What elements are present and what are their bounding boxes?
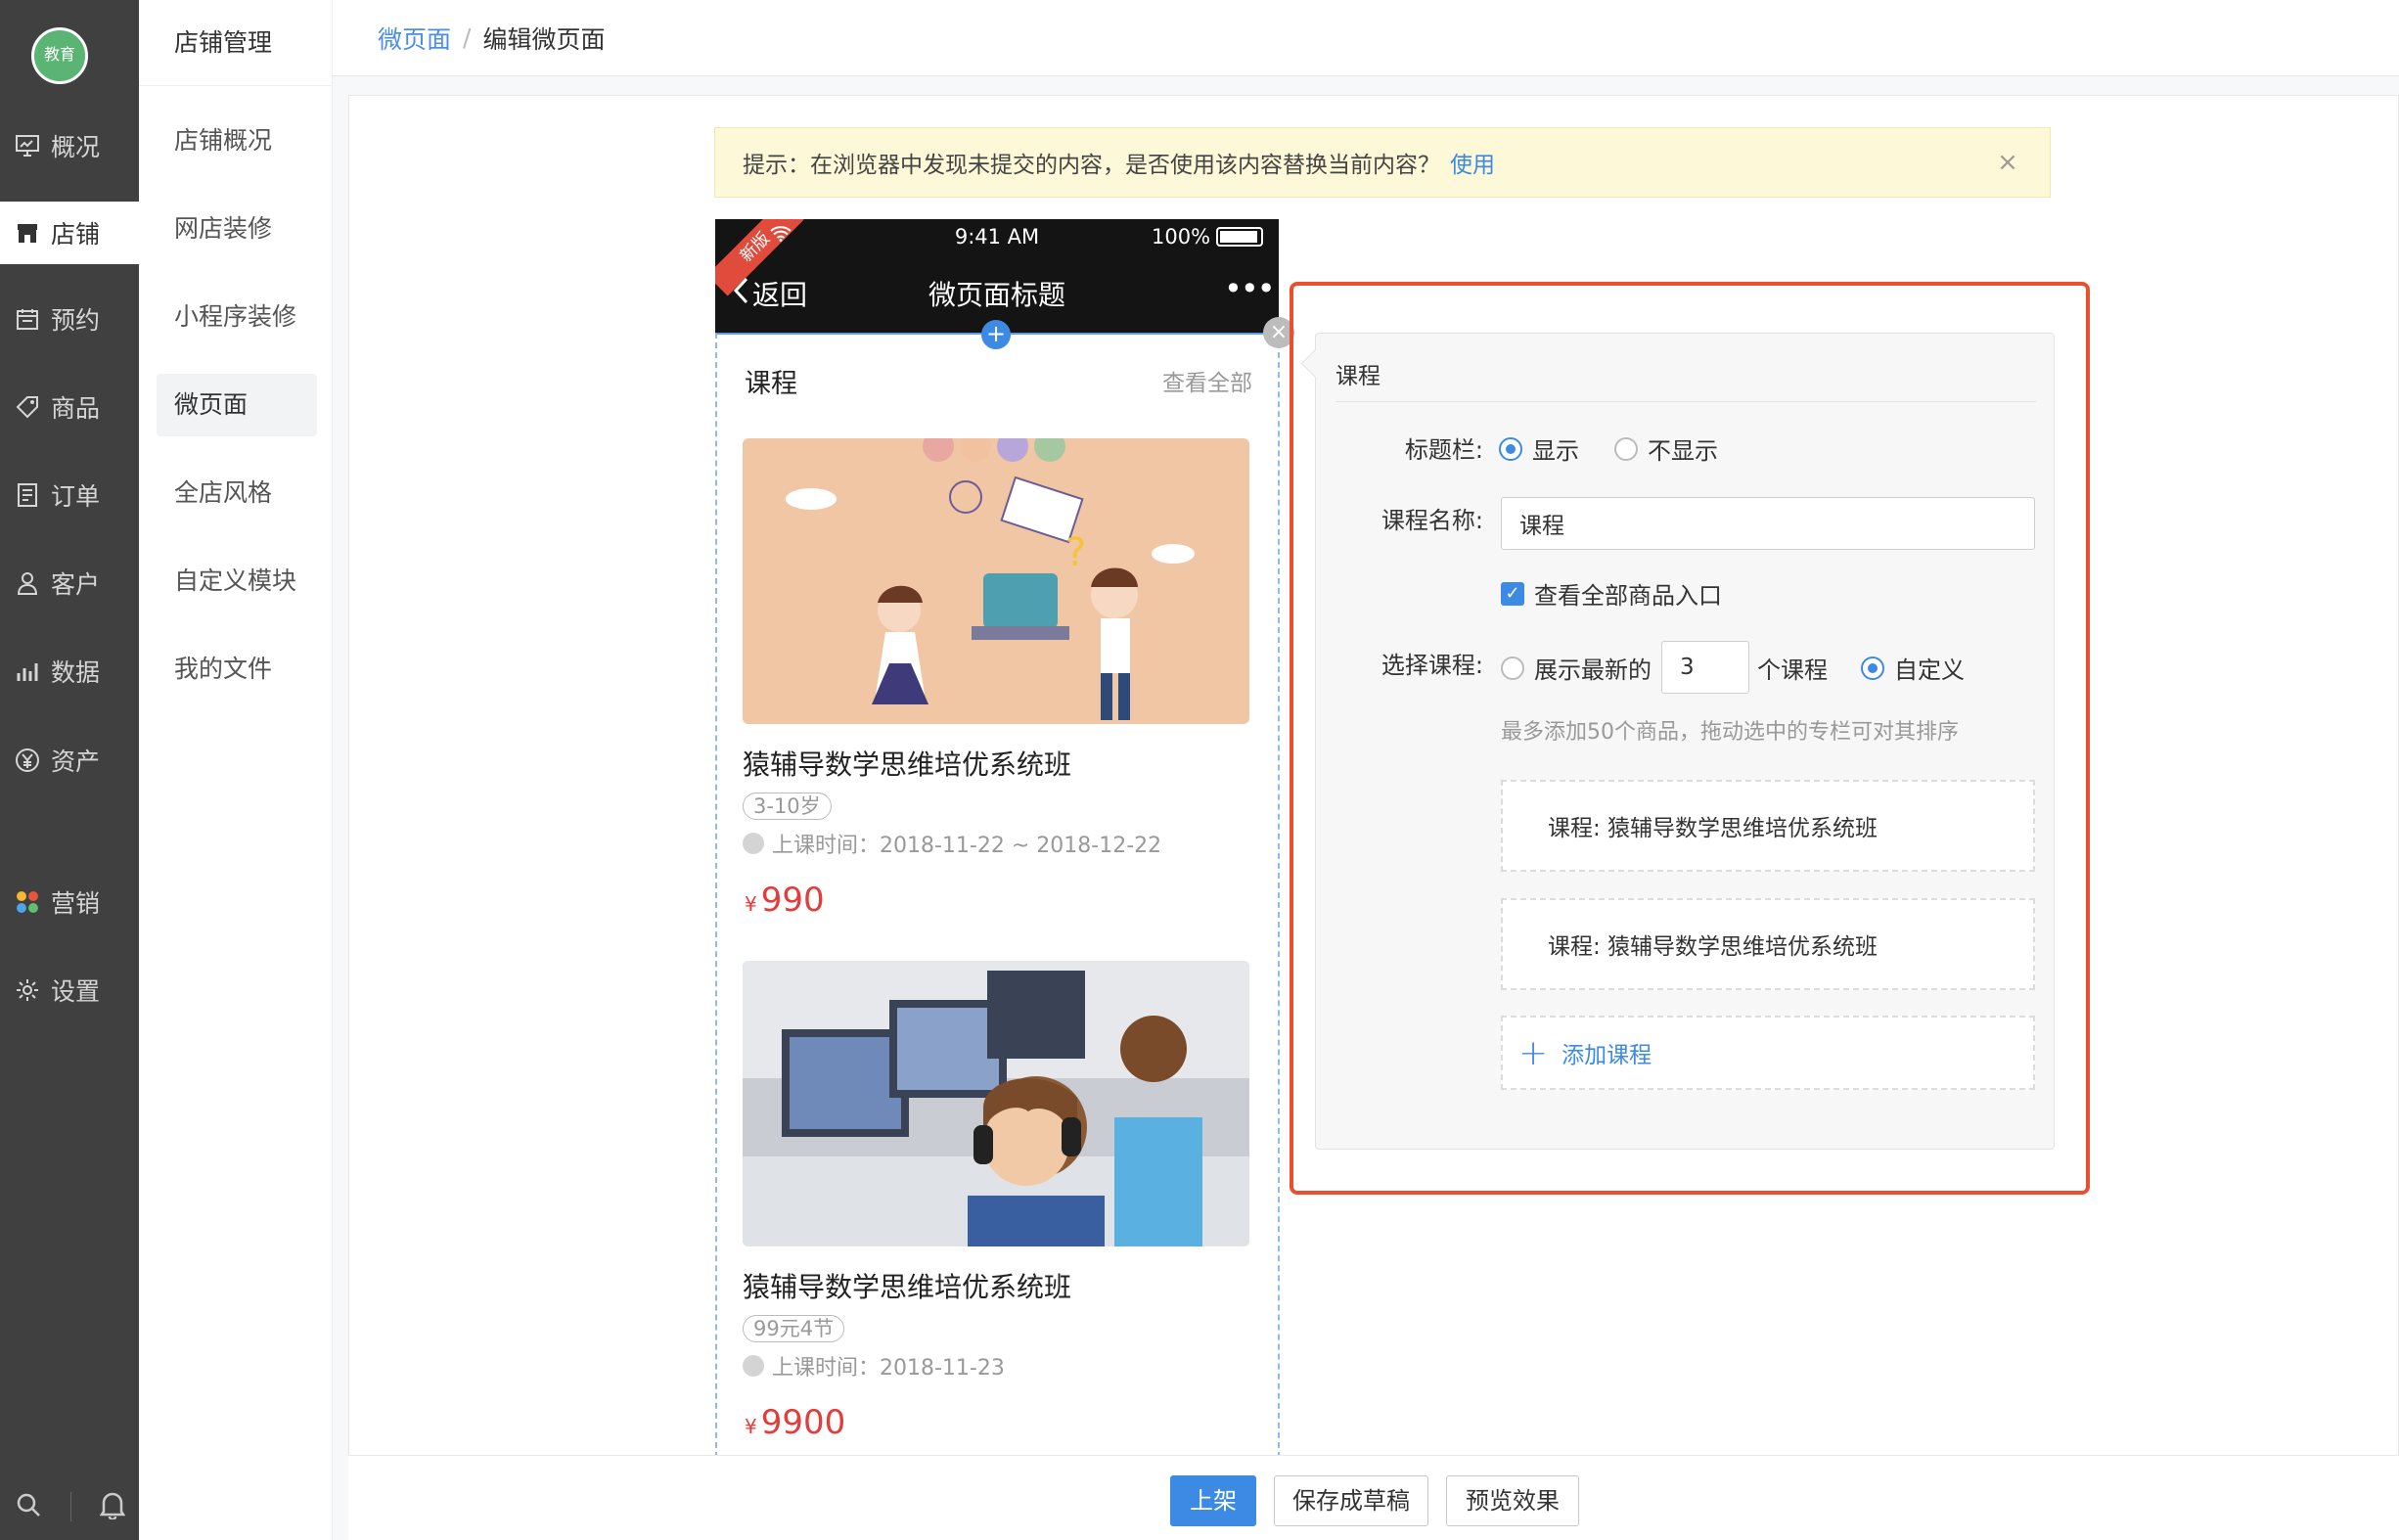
publish-button[interactable]: 上架 <box>1170 1475 1256 1526</box>
nav-item-label: 预约 <box>51 306 101 335</box>
add-module-icon[interactable]: + <box>981 320 1011 349</box>
nav-item-label: 资产 <box>51 747 101 776</box>
sidebar-title: 店铺管理 <box>139 0 333 86</box>
order-icon <box>14 481 41 509</box>
monitor-icon <box>14 132 41 159</box>
preview-button[interactable]: 预览效果 <box>1446 1475 1579 1526</box>
nav-item-goods[interactable]: 商品 <box>0 376 139 438</box>
radio-label: 显示 <box>1532 437 1579 465</box>
sidebar-item-store-overview[interactable]: 店铺概况 <box>157 110 317 172</box>
selected-course-item[interactable]: 课程: 猿辅导数学思维培优系统班 <box>1501 780 2035 872</box>
latest-count-input[interactable]: 3 <box>1661 641 1749 694</box>
select-course-label: 选择课程: <box>1381 652 1483 679</box>
breadcrumb-link-micropage[interactable]: 微页面 <box>378 21 451 56</box>
radio-label: 展示最新的 <box>1534 657 1652 684</box>
radio-checked[interactable] <box>1499 436 1522 461</box>
nav-item-label: 店铺 <box>51 220 101 249</box>
radio-checked[interactable] <box>1861 656 1884 680</box>
radio-label: 不显示 <box>1648 437 1718 465</box>
page-title: 编辑微页面 <box>482 24 606 54</box>
latest-suffix-text: 个课程 <box>1757 657 1828 684</box>
nav-item-label: 营销 <box>51 889 101 918</box>
use-draft-link[interactable]: 使用 <box>1450 146 1495 179</box>
nav-item-customers[interactable]: 客户 <box>0 552 139 614</box>
add-course-label: 添加课程 <box>1562 1043 1652 1068</box>
sidebar-item-shop-decoration[interactable]: 网店装修 <box>157 198 317 260</box>
bell-icon[interactable] <box>99 1490 125 1523</box>
radio-unchecked[interactable] <box>1614 436 1638 461</box>
breadcrumb: 微页面 / 编辑微页面 <box>333 0 2399 76</box>
nav-item-label: 数据 <box>51 658 101 687</box>
course-name-label: 课程名称: <box>1381 507 1483 534</box>
store-icon <box>14 219 41 247</box>
nav-item-settings[interactable]: 设置 <box>0 959 139 1021</box>
marketing-icon <box>14 888 41 916</box>
radio-label: 自定义 <box>1894 657 1965 684</box>
view-all-link[interactable]: 查看全部 <box>1162 364 1252 397</box>
radio-unchecked[interactable] <box>1501 656 1524 680</box>
sidebar-item-miniprogram-decoration[interactable]: 小程序装修 <box>157 286 317 348</box>
divider <box>69 1492 71 1521</box>
checkbox-checked[interactable]: ✓ <box>1501 581 1524 606</box>
nav-item-assets[interactable]: 资产 <box>0 729 139 792</box>
add-course-button[interactable]: + 添加课程 <box>1501 1016 2035 1090</box>
nav-item-label: 概况 <box>51 133 101 161</box>
micropage-title: 微页面标题 <box>928 279 1065 311</box>
plus-icon: + <box>1518 1032 1549 1073</box>
sidebar-item-store-style[interactable]: 全店风格 <box>157 462 317 524</box>
nav-item-orders[interactable]: 订单 <box>0 464 139 526</box>
nav-item-marketing[interactable]: 营销 <box>0 871 139 933</box>
nav-item-store[interactable]: 店铺 <box>0 202 139 264</box>
user-icon <box>14 569 41 597</box>
phone-status-bar: 新版 9:41 AM 100% 返回 微页面标题 ••• <box>715 219 1279 333</box>
battery-text: 100% <box>1152 225 1211 249</box>
sidebar-item-micropage[interactable]: 微页面 <box>157 374 317 436</box>
chart-icon <box>14 657 41 685</box>
custom-radio[interactable]: 自定义 <box>1861 651 1965 685</box>
nav-item-label: 订单 <box>51 482 101 511</box>
battery-icon <box>1216 227 1263 247</box>
checkbox-label: 查看全部商品入口 <box>1534 582 1722 610</box>
tag-icon <box>14 393 41 421</box>
breadcrumb-separator: / <box>463 23 472 52</box>
logo[interactable]: 教育 <box>31 27 88 84</box>
more-icon[interactable]: ••• <box>1224 270 1276 307</box>
sidebar-footer <box>0 1473 139 1540</box>
nav-item-label: 商品 <box>51 394 101 423</box>
course-module[interactable]: 课程 查看全部 <box>715 333 1280 1458</box>
select-hint: 最多添加50个商品，拖动选中的专栏可对其排序 <box>1501 720 1959 745</box>
yen-icon <box>14 747 41 774</box>
nav-item-booking[interactable]: 预约 <box>0 288 139 350</box>
module-title: 课程 <box>745 369 797 399</box>
nav-item-label: 设置 <box>51 977 101 1006</box>
close-icon[interactable]: × <box>1995 150 2020 175</box>
nav-item-overview[interactable]: 概况 <box>0 114 139 177</box>
view-all-checkbox[interactable]: ✓ 查看全部商品入口 <box>1501 576 1722 611</box>
title-show-radio[interactable]: 显示 <box>1499 431 1579 466</box>
search-icon[interactable] <box>15 1491 42 1522</box>
show-latest-radio[interactable]: 展示最新的 <box>1501 651 1652 685</box>
sidebar-item-my-files[interactable]: 我的文件 <box>157 638 317 701</box>
nav-item-data[interactable]: 数据 <box>0 640 139 702</box>
notice-text: 提示：在浏览器中发现未提交的内容，是否使用该内容替换当前内容？ <box>743 153 1440 178</box>
draft-restore-notice: 提示：在浏览器中发现未提交的内容，是否使用该内容替换当前内容？ 使用 × <box>714 127 2051 198</box>
sidebar-item-custom-module[interactable]: 自定义模块 <box>157 550 317 612</box>
latest-suffix: 个课程 <box>1757 651 1828 685</box>
gear-icon <box>14 976 41 1004</box>
title-hide-radio[interactable]: 不显示 <box>1614 431 1718 466</box>
secondary-sidebar: 店铺管理 店铺概况 网店装修 小程序装修 微页面 全店风格 自定义模块 我的文件 <box>139 0 333 1540</box>
panel-heading: 课程 <box>1335 357 2036 402</box>
calendar-icon <box>14 305 41 333</box>
title-bar-label: 标题栏: <box>1404 436 1483 464</box>
save-draft-button[interactable]: 保存成草稿 <box>1274 1475 1428 1526</box>
primary-sidebar: 教育 概况 店铺 预约 商品 订单 客户 数据 资产 营销 设置 <box>0 0 139 1540</box>
nav-item-label: 客户 <box>51 570 101 599</box>
selected-course-item[interactable]: 课程: 猿辅导数学思维培优系统班 <box>1501 898 2035 990</box>
course-name-input[interactable]: 课程 <box>1501 497 2035 550</box>
